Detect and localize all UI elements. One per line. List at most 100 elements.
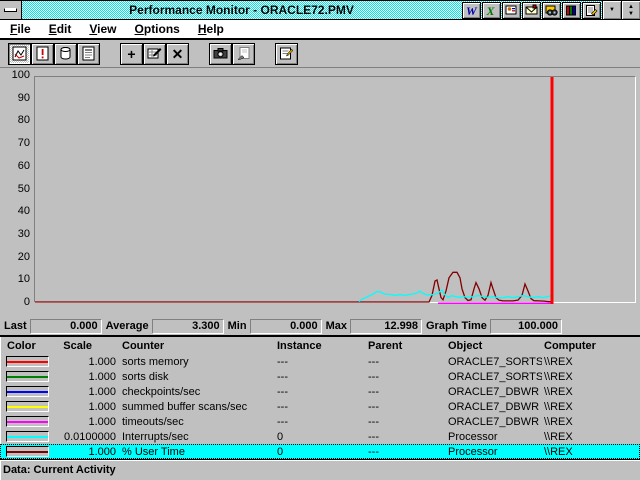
x-icon: ✕ [172, 47, 184, 61]
legend-cell-scale: 1.000 [62, 446, 120, 458]
bookmark-button[interactable] [232, 43, 255, 65]
title-bar: Performance Monitor - ORACLE72.PMV W X [0, 1, 640, 20]
header-object: Object [446, 340, 542, 352]
office-binder-icon[interactable] [562, 2, 581, 19]
svg-text:W: W [466, 4, 478, 17]
legend-cell-counter: timeouts/sec [120, 416, 275, 428]
menu-view[interactable]: View [80, 22, 125, 36]
legend-row[interactable]: 0.0100000 Interrupts/sec 0 --- Processor… [0, 429, 640, 444]
legend-color-swatch-line [7, 376, 48, 378]
modify-counter-icon [147, 46, 162, 61]
restore-up-icon: ▲ [628, 4, 634, 10]
series-user-time [35, 272, 552, 302]
legend-cell-scale: 1.000 [62, 371, 120, 383]
legend-cell-instance: --- [275, 356, 366, 368]
options-icon [279, 46, 294, 61]
status-text: Data: Current Activity [3, 464, 116, 476]
min-label: Min [228, 320, 247, 332]
legend-cell-computer: \\REX [542, 371, 640, 383]
menu-options[interactable]: Options [126, 22, 189, 36]
window-buttons: ▼ ▲▼ [602, 1, 640, 19]
system-menu-icon [4, 8, 17, 12]
modify-counter-button[interactable] [143, 43, 166, 65]
excel-icon[interactable]: X [482, 2, 501, 19]
system-menu-button[interactable] [0, 1, 22, 19]
legend-cell-object: ORACLE7_DBWR [446, 401, 542, 413]
update-now-button[interactable] [209, 43, 232, 65]
legend-row[interactable]: 1.000 timeouts/sec --- --- ORACLE7_DBWR … [0, 414, 640, 429]
legend-color-swatch [6, 431, 49, 442]
chart-plot-svg [35, 77, 637, 304]
legend-cell-scale: 1.000 [62, 356, 120, 368]
legend-cell-parent: --- [366, 356, 446, 368]
powerpoint-icon[interactable] [502, 2, 521, 19]
legend-color-swatch-line [7, 451, 48, 453]
legend-row-selected[interactable]: 1.000 % User Time 0 --- Processor \\REX [0, 444, 640, 459]
menu-bar: File Edit View Options Help [0, 20, 640, 40]
legend-header: Color Scale Counter Instance Parent Obje… [0, 337, 640, 354]
max-value: 12.998 [350, 319, 422, 334]
menu-help[interactable]: Help [189, 22, 233, 36]
y-tick-40: 40 [0, 205, 30, 218]
header-instance: Instance [275, 340, 366, 352]
schedule-icon[interactable] [582, 2, 601, 19]
report-view-button[interactable] [77, 43, 100, 65]
legend-cell-parent: --- [366, 401, 446, 413]
menu-file[interactable]: File [1, 22, 40, 36]
legend-cell-counter: % User Time [120, 446, 275, 458]
legend-cell-parent: --- [366, 371, 446, 383]
y-tick-70: 70 [0, 137, 30, 150]
y-tick-30: 30 [0, 228, 30, 241]
legend-cell-scale: 0.0100000 [62, 431, 120, 443]
camera-icon [213, 46, 228, 61]
legend-cell-instance: 0 [275, 431, 366, 443]
find-file-icon[interactable] [542, 2, 561, 19]
chart-view-button[interactable] [8, 43, 31, 65]
legend-cell-computer: \\REX [542, 386, 640, 398]
legend-cell-computer: \\REX [542, 446, 640, 458]
delete-counter-button[interactable]: ✕ [166, 43, 189, 65]
legend-row[interactable]: 1.000 checkpoints/sec --- --- ORACLE7_DB… [0, 384, 640, 399]
last-label: Last [4, 320, 27, 332]
options-button[interactable] [275, 43, 298, 65]
legend-row[interactable]: 1.000 summed buffer scans/sec --- --- OR… [0, 399, 640, 414]
chart-plot [34, 76, 636, 303]
header-counter: Counter [120, 340, 275, 352]
average-value: 3.300 [152, 319, 224, 334]
legend-row[interactable]: 1.000 sorts memory --- --- ORACLE7_SORTS… [0, 354, 640, 369]
legend-color-swatch-line [7, 361, 48, 363]
y-tick-90: 90 [0, 92, 30, 105]
legend-cell-instance: --- [275, 386, 366, 398]
legend-color-swatch [6, 416, 49, 427]
office-shortcut-bar: W X [461, 1, 602, 19]
y-tick-60: 60 [0, 160, 30, 173]
performance-monitor-window: Performance Monitor - ORACLE72.PMV W X [0, 0, 640, 480]
word-icon[interactable]: W [462, 2, 481, 19]
graph-time-value: 100.000 [490, 319, 562, 334]
header-parent: Parent [366, 340, 446, 352]
log-view-button[interactable] [54, 43, 77, 65]
alert-view-button[interactable] [31, 43, 54, 65]
add-counter-button[interactable]: + [120, 43, 143, 65]
legend-cell-object: ORACLE7_SORTS [446, 356, 542, 368]
y-tick-80: 80 [0, 114, 30, 127]
mail-icon[interactable] [522, 2, 541, 19]
legend-color-swatch-line [7, 436, 48, 438]
bookmark-icon [236, 46, 251, 61]
legend-color-swatch [6, 401, 49, 412]
legend-cell-parent: --- [366, 446, 446, 458]
legend-row[interactable]: 1.000 sorts disk --- --- ORACLE7_SORTS \… [0, 369, 640, 384]
legend-cell-instance: --- [275, 416, 366, 428]
minimize-button[interactable]: ▼ [602, 1, 621, 19]
menu-edit[interactable]: Edit [40, 22, 81, 36]
y-tick-20: 20 [0, 251, 30, 264]
legend-cell-instance: 0 [275, 446, 366, 458]
last-value: 0.000 [30, 319, 102, 334]
minimize-icon: ▼ [609, 7, 615, 13]
report-view-icon [81, 46, 96, 61]
restore-button[interactable]: ▲▼ [621, 1, 640, 19]
legend-cell-instance: --- [275, 371, 366, 383]
y-tick-50: 50 [0, 183, 30, 196]
window-title: Performance Monitor - ORACLE72.PMV [22, 1, 461, 19]
legend-cell-scale: 1.000 [62, 386, 120, 398]
